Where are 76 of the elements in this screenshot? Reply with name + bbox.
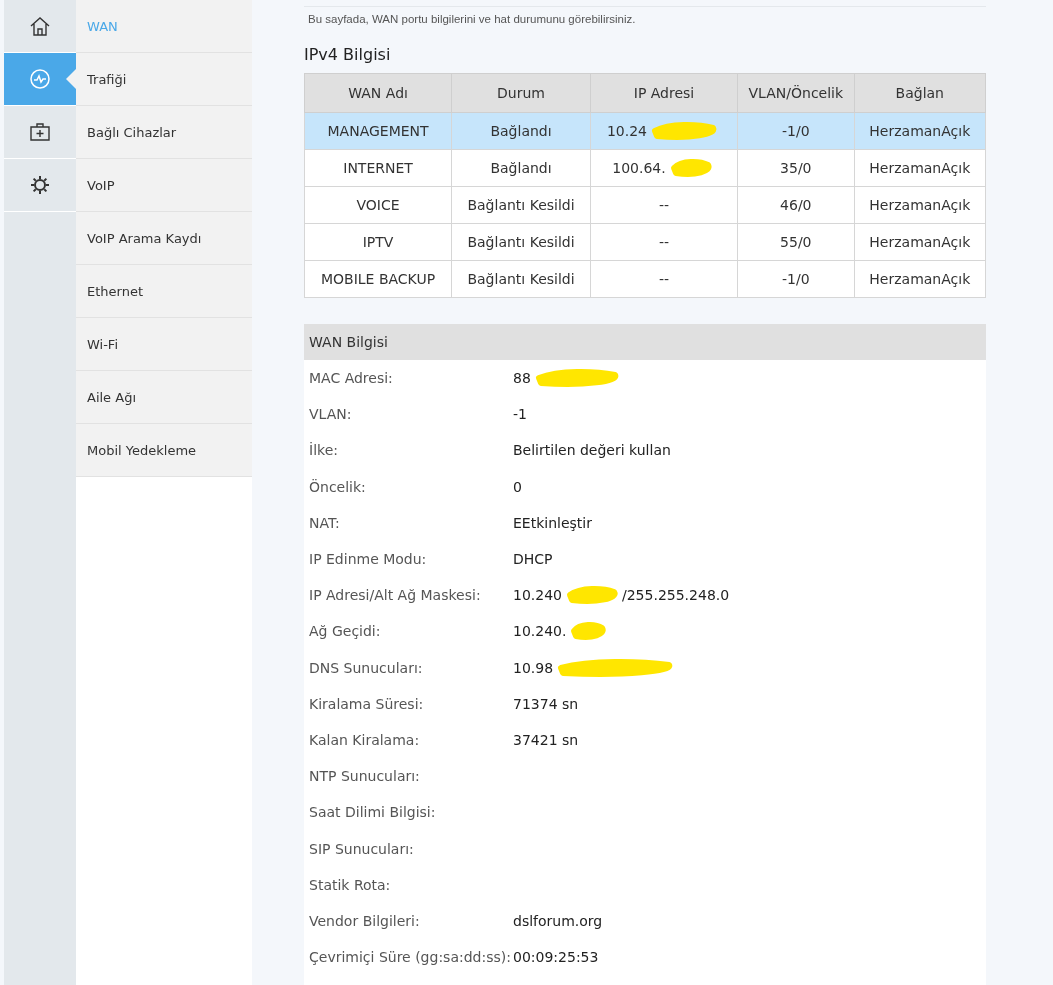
field-label: MAC Adresi: xyxy=(308,370,394,387)
field-label: NTP Sunucuları: xyxy=(308,768,421,785)
table-cell-text: 100.64. xyxy=(612,160,666,176)
field-value: 10.98 xyxy=(513,659,554,676)
table-cell: MANAGEMENT xyxy=(304,112,452,150)
submenu-item[interactable]: Mobil Yedekleme xyxy=(76,424,252,477)
field-label: IP Edinme Modu: xyxy=(308,551,428,568)
field-label: Ağ Geçidi: xyxy=(308,623,382,640)
field-value: 00:09:25:53 xyxy=(513,949,599,966)
field-value: dslforum.org xyxy=(513,912,603,929)
field-value: 37421 sn xyxy=(513,731,579,748)
field-label: Öncelik: xyxy=(308,478,367,495)
field-value: /255.255.248.0 xyxy=(622,587,730,604)
submenu-item[interactable]: Bağlı Cihazlar xyxy=(76,106,252,159)
table-cell: INTERNET xyxy=(304,149,452,187)
field-value: -1 xyxy=(513,406,527,423)
settings-icon xyxy=(29,174,51,196)
field-label: İlke: xyxy=(308,442,339,459)
table-cell: Bağlandı xyxy=(451,112,591,150)
table-cell-text: 10.24 xyxy=(606,123,648,139)
table-cell: HerzamanAçık xyxy=(854,260,986,298)
field-value: 10.240 xyxy=(513,587,562,604)
submenu-item[interactable]: Ethernet xyxy=(76,265,252,318)
table-cell: Bağlantı Kesildi xyxy=(451,223,591,261)
field-value: DHCP xyxy=(513,551,553,568)
table-cell: HerzamanAçık xyxy=(854,186,986,224)
field-label: Çevrimiçi Süre (gg:sa:dd:ss): xyxy=(308,949,512,966)
table-cell: HerzamanAçık xyxy=(854,223,986,261)
field-value: 0 xyxy=(513,478,522,495)
submenu-item[interactable]: Aile Ağı xyxy=(76,371,252,424)
table-cell: -1/0 xyxy=(737,260,855,298)
first-aid-kit-icon xyxy=(29,121,51,143)
column-header: Durum xyxy=(451,73,591,113)
column-header: VLAN/Öncelik xyxy=(737,73,855,113)
table-cell: -- xyxy=(590,186,738,224)
field-label: Kiralama Süresi: xyxy=(308,695,425,712)
table-cell: 46/0 xyxy=(737,186,855,224)
field-value: Belirtilen değeri kullan xyxy=(513,442,671,459)
submenu-item[interactable]: Trafiği xyxy=(76,53,252,106)
table-cell: 35/0 xyxy=(737,149,855,187)
field-value: EEtkinleştir xyxy=(513,514,592,531)
field-label: SIP Sunucuları: xyxy=(308,840,415,857)
column-header: IP Adresi xyxy=(590,73,738,113)
submenu-item[interactable]: VoIP xyxy=(76,159,252,212)
table-cell: -1/0 xyxy=(737,112,855,150)
table-cell: HerzamanAçık xyxy=(854,149,986,187)
table-cell: -- xyxy=(590,260,738,298)
field-label: Statik Rota: xyxy=(308,876,392,893)
home-icon xyxy=(29,15,51,37)
panel-title: WAN Bilgisi xyxy=(304,324,986,360)
field-label: Vendor Bilgileri: xyxy=(308,912,421,929)
table-cell: IPTV xyxy=(304,223,452,261)
table-cell: HerzamanAçık xyxy=(854,112,986,150)
submenu-item[interactable]: Wi-Fi xyxy=(76,318,252,371)
table-cell: MOBILE BACKUP xyxy=(304,260,452,298)
column-header: WAN Adı xyxy=(304,73,452,113)
field-label: Saat Dilimi Bilgisi: xyxy=(308,804,437,821)
table-cell: VOICE xyxy=(304,186,452,224)
table-cell: Bağlantı Kesildi xyxy=(451,260,591,298)
section-title: IPv4 Bilgisi xyxy=(304,45,392,64)
table-cell: 55/0 xyxy=(737,223,855,261)
table-cell: -- xyxy=(590,223,738,261)
table-cell: Bağlandı xyxy=(451,149,591,187)
submenu-item[interactable]: VoIP Arama Kaydı xyxy=(76,212,252,265)
field-value: 88 xyxy=(513,370,531,387)
field-label: VLAN: xyxy=(308,406,353,423)
pulse-icon xyxy=(29,68,51,90)
field-label: Kalan Kiralama: xyxy=(308,731,421,748)
column-header: Bağlan xyxy=(854,73,986,113)
field-label: IP Adresi/Alt Ağ Maskesi: xyxy=(308,587,482,604)
field-label: NAT: xyxy=(308,514,341,531)
field-value: 10.240. xyxy=(513,623,567,640)
page-description: Bu sayfada, WAN portu bilgilerini ve hat durumunu görebilirsiniz. xyxy=(304,6,986,25)
field-label: DNS Sunucuları: xyxy=(308,659,424,676)
field-value: 71374 sn xyxy=(513,695,579,712)
table-cell: Bağlantı Kesildi xyxy=(451,186,591,224)
